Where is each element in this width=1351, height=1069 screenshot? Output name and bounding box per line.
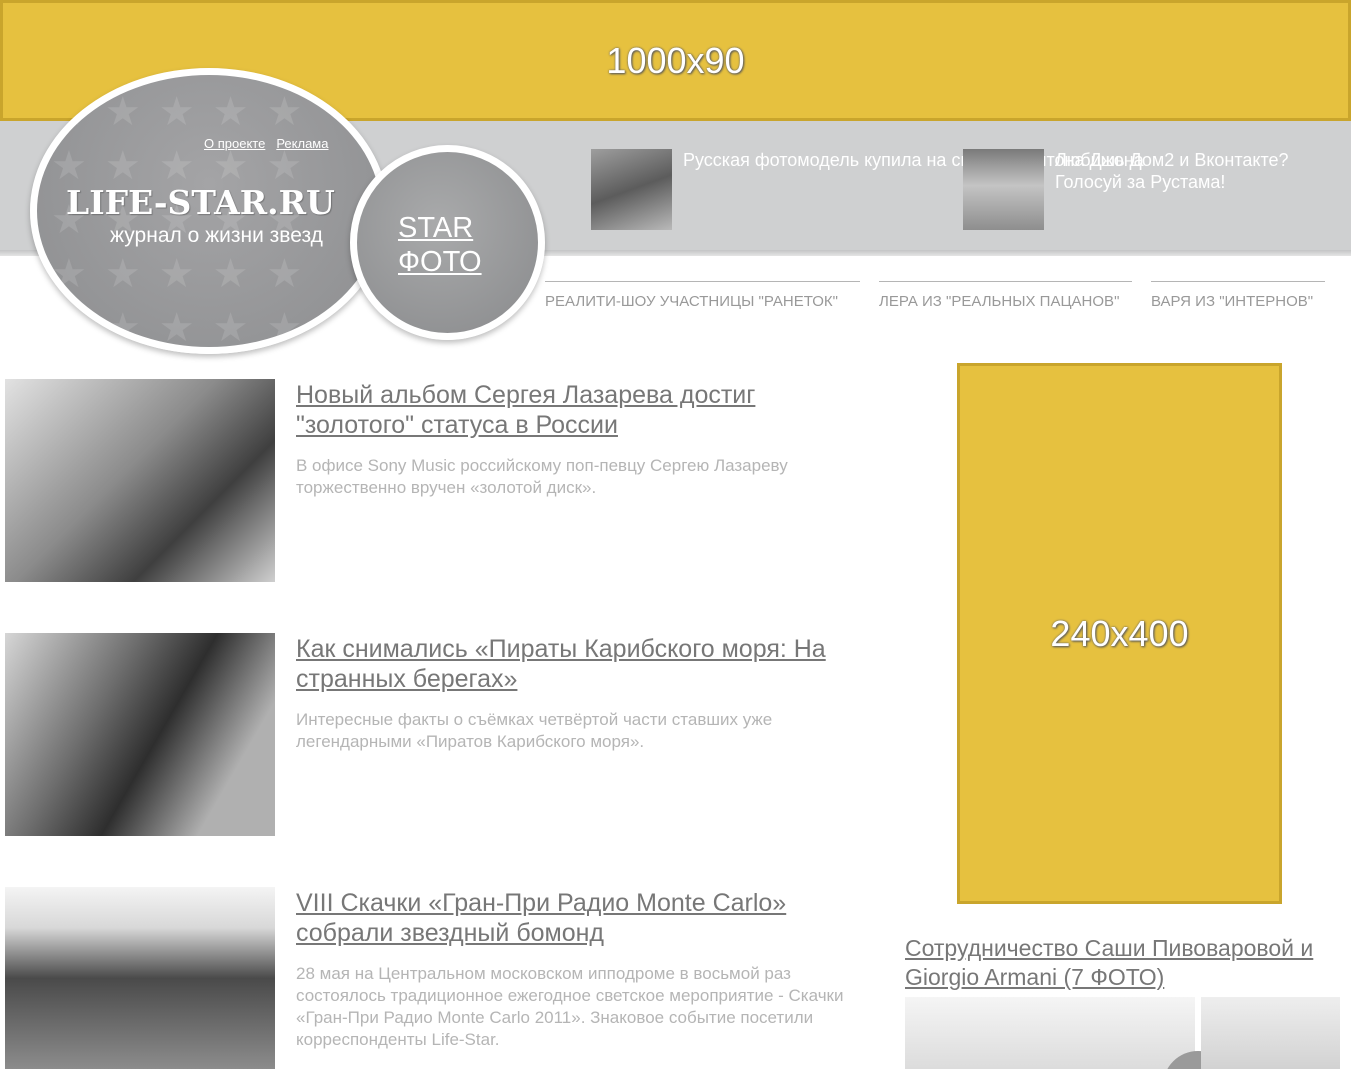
article-title[interactable]: VIII Скачки «Гран-При Радио Monte Carlo»… bbox=[296, 888, 866, 948]
article-item: Новый альбом Сергея Лазарева достиг "зол… bbox=[5, 379, 865, 584]
teaser-thumbnail[interactable] bbox=[591, 149, 672, 230]
article-summary: 28 мая на Центральном московском ипподро… bbox=[296, 964, 844, 1049]
article-title[interactable]: Новый альбом Сергея Лазарева достиг "зол… bbox=[296, 380, 866, 440]
article-item: Как снимались «Пираты Карибского моря: Н… bbox=[5, 633, 865, 838]
article-image[interactable] bbox=[5, 633, 275, 836]
star-photo-line2: ФОТО bbox=[398, 246, 482, 278]
article-image[interactable] bbox=[5, 887, 275, 1069]
sidebar-ad-size-label: 240x400 bbox=[1050, 612, 1189, 654]
about-link[interactable]: О проекте bbox=[204, 136, 265, 151]
teaser-text[interactable]: Любишь Дом2 и Вконтакте? Голосуй за Руст… bbox=[1055, 149, 1351, 230]
star-photo-line1: STAR bbox=[398, 212, 474, 244]
article-image[interactable] bbox=[5, 379, 275, 582]
teaser-thumbnail[interactable] bbox=[963, 149, 1044, 230]
article-summary: Интересные факты о съёмках четвёртой час… bbox=[296, 710, 773, 751]
nav-link-real-patsany[interactable]: ЛЕРА ИЗ "РЕАЛЬНЫХ ПАЦАНОВ" bbox=[879, 281, 1132, 310]
header-teaser[interactable]: Любишь Дом2 и Вконтакте? Голосуй за Руст… bbox=[963, 149, 1351, 230]
article-summary: В офисе Sony Music российскому поп-певцу… bbox=[296, 456, 788, 497]
sidebar-article-image[interactable] bbox=[1201, 997, 1340, 1069]
sidebar-ad-banner[interactable]: 240x400 bbox=[957, 363, 1282, 904]
star-photo-link[interactable]: STAR ФОТО bbox=[398, 211, 482, 279]
sidebar-article-title[interactable]: Сотрудничество Саши Пивоваровой и Giorgi… bbox=[905, 934, 1345, 992]
nav-link-interny[interactable]: ВАРЯ ИЗ "ИНТЕРНОВ" bbox=[1151, 281, 1325, 310]
nav-link-ranetki[interactable]: РЕАЛИТИ-ШОУ УЧАСТНИЦЫ "РАНЕТОК" bbox=[545, 281, 860, 310]
logo-title[interactable]: LIFE-STAR.RU bbox=[66, 183, 335, 222]
sidebar-article-image[interactable] bbox=[905, 997, 1233, 1069]
logo-subtitle: журнал о жизни звезд bbox=[110, 224, 323, 247]
header-links: О проекте Реклама bbox=[204, 136, 328, 151]
advertising-link[interactable]: Реклама bbox=[276, 136, 328, 151]
top-ad-size-label: 1000x90 bbox=[606, 39, 745, 81]
article-title[interactable]: Как снимались «Пираты Карибского моря: Н… bbox=[296, 634, 866, 694]
article-item: VIII Скачки «Гран-При Радио Monte Carlo»… bbox=[5, 887, 865, 1069]
